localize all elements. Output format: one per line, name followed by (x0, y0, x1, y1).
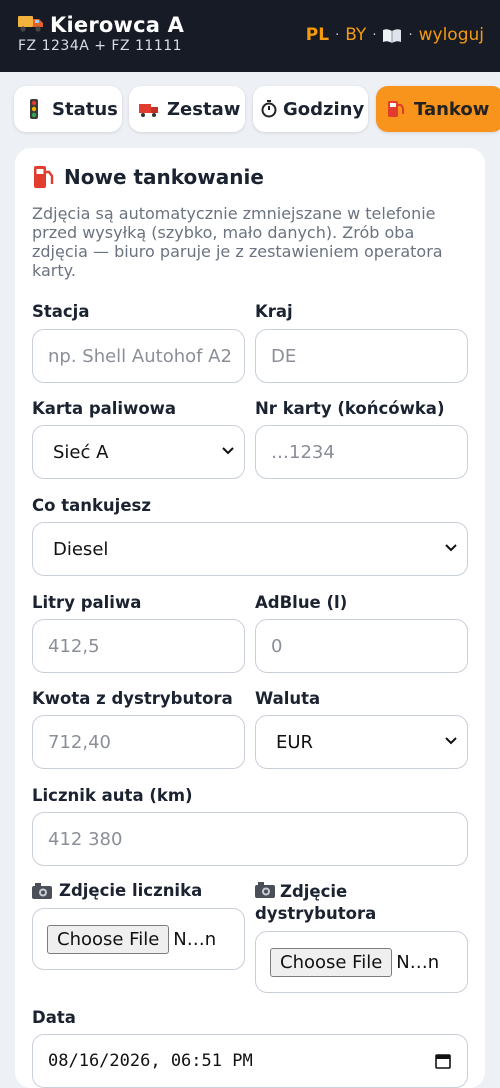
liters-input[interactable]: 412,5 (32, 619, 245, 673)
truck-icon (18, 16, 43, 32)
card-number-input[interactable]: …1234 (255, 425, 468, 479)
fueling-form-card: Nowe tankowanie Zdjęcia są automatycznie… (15, 148, 485, 1088)
date-value: 08/16/2026, 06:51 PM (48, 1051, 253, 1071)
photo-pump-label: Zdjęcie dystrybutora (255, 881, 455, 925)
tab-label: Status (52, 98, 118, 120)
adblue-input[interactable]: 0 (255, 619, 468, 673)
choose-file-button[interactable]: Choose File (270, 947, 393, 977)
photo-odometer-input[interactable]: Choose File N…n (32, 908, 245, 970)
fuel-card-select[interactable]: Sieć A (32, 425, 245, 479)
amount-input[interactable]: 712,40 (32, 715, 245, 769)
liters-label: Litry paliwa (32, 593, 142, 612)
tab-label: Tankow (414, 98, 490, 120)
fuel-pump-icon (388, 101, 404, 117)
tab-status[interactable]: Status (14, 86, 122, 132)
amount-label: Kwota z dystrybutora (32, 689, 233, 708)
tab-bar: Status Zestaw Godziny Tankow (14, 86, 500, 132)
photo-pump-input[interactable]: Choose File N…n (255, 931, 468, 993)
camera-icon (255, 882, 275, 898)
form-title: Nowe tankowanie (32, 164, 264, 190)
odometer-label: Licznik auta (km) (32, 786, 193, 805)
tab-label: Zestaw (167, 98, 241, 120)
country-label: Kraj (255, 302, 293, 321)
file-name: N…n (173, 928, 217, 950)
file-name: N…n (396, 951, 440, 973)
book-icon[interactable] (382, 28, 402, 43)
date-input[interactable]: 08/16/2026, 06:51 PM (32, 1034, 468, 1088)
separator: · (335, 27, 340, 43)
separator: · (372, 27, 377, 43)
date-label: Data (32, 1008, 76, 1027)
odometer-input[interactable]: 412 380 (32, 812, 468, 866)
driver-name: Kierowca A (50, 13, 185, 37)
chevron-down-icon (445, 737, 457, 745)
chevron-down-icon (222, 447, 234, 455)
logout-link[interactable]: wyloguj (419, 25, 484, 45)
truck-icon (139, 104, 158, 117)
station-input[interactable]: np. Shell Autohof A2 (32, 329, 245, 383)
station-label: Stacja (32, 302, 90, 321)
lang-by-link[interactable]: BY (345, 25, 366, 45)
fuel-type-label: Co tankujesz (32, 496, 151, 515)
card-number-label: Nr karty (końcówka) (255, 399, 445, 418)
separator: · (408, 27, 413, 43)
fuel-card-value: Sieć A (53, 441, 109, 463)
fuel-type-value: Diesel (53, 538, 109, 560)
traffic-light-icon (30, 99, 38, 119)
camera-icon (32, 882, 52, 899)
photo-odometer-text: Zdjęcie licznika (59, 881, 203, 900)
app-header: Kierowca A FZ 1234A + FZ 11111 PL · BY ·… (0, 0, 500, 72)
stopwatch-icon (261, 100, 277, 118)
currency-value: EUR (276, 731, 314, 753)
tab-godziny[interactable]: Godziny (253, 86, 368, 132)
tab-label: Godziny (283, 98, 365, 120)
tab-tankowanie[interactable]: Tankow (376, 86, 500, 132)
fuel-type-select[interactable]: Diesel (32, 522, 468, 576)
country-input[interactable]: DE (255, 329, 468, 383)
calendar-icon[interactable] (435, 1053, 451, 1069)
fuel-card-label: Karta paliwowa (32, 399, 177, 418)
photo-odometer-label: Zdjęcie licznika (32, 881, 202, 900)
currency-label: Waluta (255, 689, 321, 708)
form-description: Zdjęcia są automatycznie zmniejszane w t… (32, 204, 443, 280)
chevron-down-icon (445, 544, 457, 552)
vehicle-plates: FZ 1234A + FZ 11111 (18, 38, 183, 54)
currency-select[interactable]: EUR (255, 715, 468, 769)
form-title-text: Nowe tankowanie (64, 165, 264, 189)
tab-zestaw[interactable]: Zestaw (129, 86, 245, 132)
choose-file-button[interactable]: Choose File (47, 924, 170, 954)
language-menu: PL · BY · · wyloguj (306, 25, 484, 45)
fuel-pump-icon (34, 166, 54, 188)
adblue-label: AdBlue (l) (255, 593, 348, 612)
lang-pl-link[interactable]: PL (306, 25, 329, 45)
